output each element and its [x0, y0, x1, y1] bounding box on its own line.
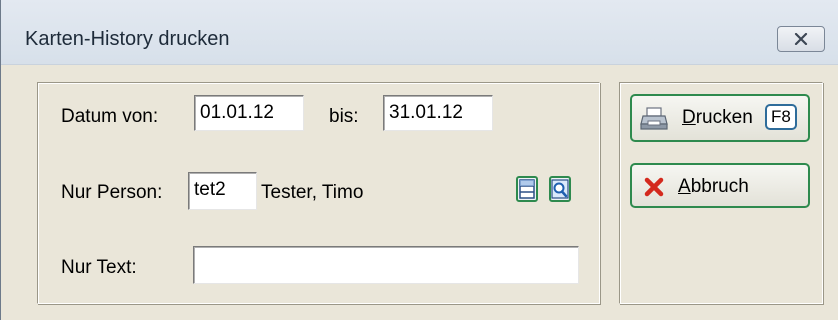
close-button[interactable] [777, 26, 825, 52]
search-icon [551, 179, 569, 199]
dialog-window: Karten-History drucken Datum von: 01.01.… [0, 0, 838, 320]
person-code-input[interactable]: tet2 [188, 172, 257, 210]
red-x-icon [644, 177, 664, 197]
datum-von-label: Datum von: [61, 106, 159, 127]
person-list-button[interactable] [516, 176, 538, 202]
print-button[interactable]: Drucken F8 [630, 94, 810, 142]
datum-bis-label: bis: [329, 106, 359, 127]
nur-text-input[interactable] [193, 246, 579, 284]
person-search-button[interactable] [549, 176, 571, 202]
list-icon [519, 179, 535, 199]
cancel-button[interactable]: Abbruch [630, 163, 810, 208]
datum-bis-input[interactable]: 31.01.12 [383, 95, 493, 131]
nur-person-label: Nur Person: [61, 182, 163, 203]
cancel-label: Abbruch [678, 176, 749, 197]
window-title: Karten-History drucken [25, 28, 230, 50]
title-bar: Karten-History drucken [1, 0, 838, 65]
print-shortcut-badge: F8 [765, 104, 797, 130]
print-label: Drucken [682, 107, 753, 128]
close-icon [794, 33, 808, 45]
nur-text-label: Nur Text: [61, 257, 137, 278]
person-name: Tester, Timo [261, 182, 364, 203]
datum-von-input[interactable]: 01.01.12 [194, 95, 304, 131]
printer-icon [640, 107, 668, 130]
